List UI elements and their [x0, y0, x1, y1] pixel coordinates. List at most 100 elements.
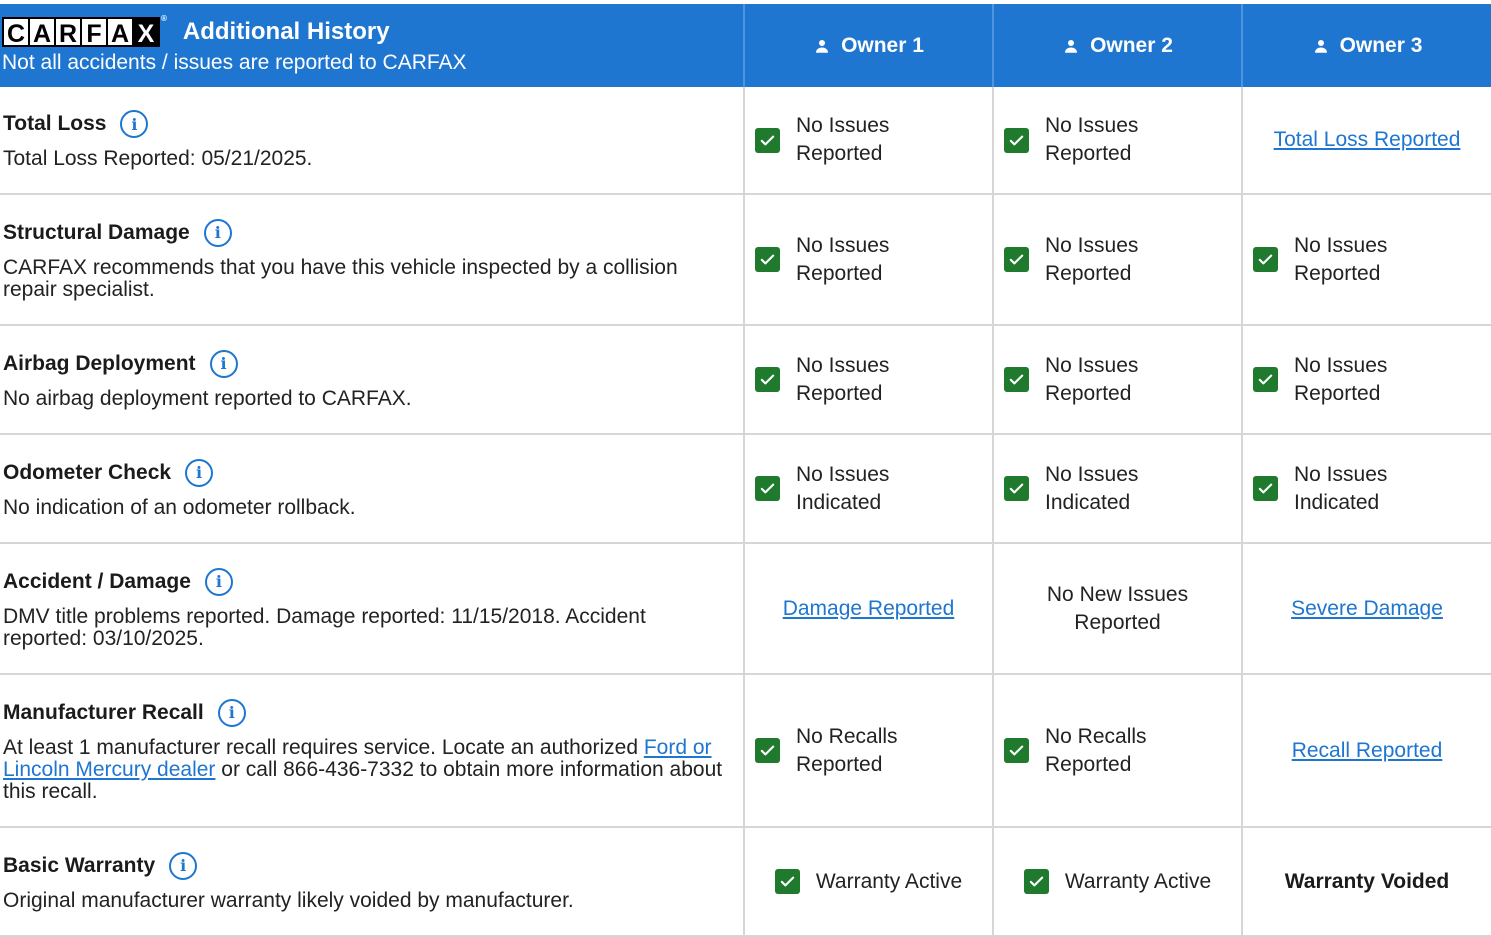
- checkmark-icon: [1004, 247, 1029, 272]
- row-label-basic-warranty: Basic Warranty i Original manufacturer war…: [0, 828, 745, 937]
- owner-1-status-cell: No Issues Indicated: [745, 435, 994, 544]
- owner-1-status-cell: No Issues Reported: [745, 195, 994, 326]
- logo-letter: F: [80, 16, 108, 48]
- logo-letter: X: [132, 16, 160, 48]
- owner-1-status-cell: No Issues Reported: [745, 326, 994, 435]
- info-icon[interactable]: i: [169, 851, 198, 880]
- person-icon: [816, 39, 829, 53]
- owner-1-status-cell: No Recalls Reported: [745, 675, 994, 828]
- status-text: No Issues Reported: [1045, 353, 1139, 405]
- person-icon: [1065, 39, 1078, 53]
- checkmark-icon: [1253, 367, 1278, 392]
- owner-2-status-cell: No Issues Reported: [994, 326, 1243, 435]
- status-text: No Issues Reported: [796, 353, 890, 405]
- logo-trademark: ®: [161, 13, 167, 23]
- checkmark-icon: [1023, 869, 1049, 894]
- owner-2-status-cell: No Issues Reported: [994, 87, 1243, 195]
- status-text: No Issues Reported: [1294, 233, 1388, 285]
- info-icon[interactable]: i: [204, 567, 233, 596]
- owner-3-status-cell: No Issues Reported: [1243, 326, 1491, 435]
- checkmark-icon: [1004, 367, 1029, 392]
- checkmark-icon: [1253, 247, 1278, 272]
- owner-1-status-cell: Warranty Active: [745, 828, 994, 937]
- row-description: At least 1 manufacturer recall requires …: [3, 735, 723, 803]
- owner-1-status-cell: Damage Reported: [745, 544, 994, 675]
- checkmark-icon: [755, 367, 780, 392]
- status-text: No Recalls Reported: [796, 724, 898, 776]
- checkmark-icon: [1004, 127, 1029, 153]
- status-text: No Issues Indicated: [1045, 462, 1139, 514]
- info-icon[interactable]: i: [209, 349, 238, 378]
- row-title: Odometer Check: [3, 460, 172, 484]
- status-text: Warranty Voided: [1284, 869, 1450, 893]
- status-text: No Issues Reported: [796, 114, 890, 165]
- owner-3-header: Owner 3: [1243, 4, 1491, 87]
- row-label-airbag-deployment: Airbag Deployment i No airbag deployment r…: [0, 326, 745, 435]
- row-title: Accident / Damage: [3, 569, 191, 593]
- row-description: DMV title problems reported. Damage repo…: [3, 604, 646, 650]
- owner-2-header: Owner 2: [994, 4, 1243, 87]
- status-text: No Issues Reported: [1045, 233, 1139, 285]
- owner-label: Owner 1: [841, 33, 924, 57]
- owner-3-status-cell: No Issues Reported: [1243, 195, 1491, 326]
- additional-history-table: C A R F A X ® Additional History Not all…: [0, 4, 1491, 937]
- status-link[interactable]: Recall Reported: [1292, 739, 1443, 763]
- info-icon[interactable]: i: [120, 110, 149, 138]
- row-label-manufacturer-recall: Manufacturer Recall i At least 1 manufactu…: [0, 675, 745, 828]
- info-icon[interactable]: i: [217, 698, 246, 727]
- status-text: Warranty Active: [815, 869, 963, 893]
- info-icon[interactable]: i: [185, 458, 214, 487]
- row-description: No indication of an odometer rollback.: [3, 495, 356, 519]
- owner-2-status-cell: No Issues Indicated: [994, 435, 1243, 544]
- owner-2-status-cell: No New Issues Reported: [994, 544, 1243, 675]
- checkmark-icon: [755, 738, 780, 763]
- logo-letter: A: [106, 16, 134, 48]
- section-title: Additional History: [182, 17, 390, 45]
- status-text: No Issues Reported: [1045, 114, 1139, 165]
- status-link[interactable]: Damage Reported: [783, 597, 955, 621]
- checkmark-icon: [1253, 476, 1278, 501]
- checkmark-icon: [755, 476, 780, 501]
- info-icon[interactable]: i: [203, 218, 232, 247]
- header-title-cell: C A R F A X ® Additional History Not all…: [0, 4, 745, 87]
- status-text: No Issues Reported: [1294, 353, 1388, 405]
- row-title: Basic Warranty: [3, 853, 156, 877]
- logo-letter: A: [28, 16, 56, 48]
- status-link[interactable]: Total Loss Reported: [1274, 128, 1461, 152]
- person-icon: [1314, 39, 1327, 53]
- checkmark-icon: [1004, 476, 1029, 501]
- description-text: At least 1 manufacturer recall requires …: [3, 735, 644, 759]
- owner-2-status-cell: Warranty Active: [994, 828, 1243, 937]
- row-label-total-loss: Total Loss i Total Loss Reported: 05/21/20…: [0, 87, 745, 195]
- owner-3-status-cell: No Issues Indicated: [1243, 435, 1491, 544]
- status-text: No Issues Indicated: [796, 462, 890, 514]
- owner-1-status-cell: No Issues Reported: [745, 87, 994, 195]
- status-link[interactable]: Severe Damage: [1291, 597, 1443, 621]
- status-text: No Recalls Reported: [1045, 724, 1147, 776]
- section-subtitle: Not all accidents / issues are reported …: [2, 50, 467, 74]
- row-description: Original manufacturer warranty likely vo…: [3, 888, 574, 912]
- row-title: Airbag Deployment: [3, 351, 196, 375]
- row-title: Structural Damage: [3, 220, 190, 244]
- owner-label: Owner 2: [1090, 33, 1173, 57]
- status-text: Warranty Active: [1064, 869, 1212, 893]
- owner-3-status-cell: Severe Damage: [1243, 544, 1491, 675]
- row-title: Manufacturer Recall: [3, 700, 204, 724]
- status-text: No Issues Reported: [796, 233, 890, 285]
- status-text: No New Issues Reported: [1046, 582, 1189, 634]
- carfax-logo: C A R F A X ®: [2, 13, 167, 48]
- checkmark-icon: [755, 127, 780, 153]
- owner-3-status-cell: Total Loss Reported: [1243, 87, 1491, 195]
- owner-2-status-cell: No Issues Reported: [994, 195, 1243, 326]
- checkmark-icon: [774, 869, 800, 894]
- status-text: No Issues Indicated: [1294, 462, 1388, 514]
- row-label-odometer-check: Odometer Check i No indication of an odome…: [0, 435, 745, 544]
- row-label-accident-damage: Accident / Damage i DMV title problems rep…: [0, 544, 745, 675]
- row-description: Total Loss Reported: 05/21/2025.: [3, 147, 313, 170]
- logo-letter: R: [54, 16, 82, 48]
- owner-3-status-cell: Warranty Voided: [1243, 828, 1491, 937]
- logo-letter: C: [2, 16, 30, 48]
- row-label-structural-damage: Structural Damage i CARFAX recommends that…: [0, 195, 745, 326]
- row-description: No airbag deployment reported to CARFAX.: [3, 386, 412, 410]
- checkmark-icon: [755, 247, 780, 272]
